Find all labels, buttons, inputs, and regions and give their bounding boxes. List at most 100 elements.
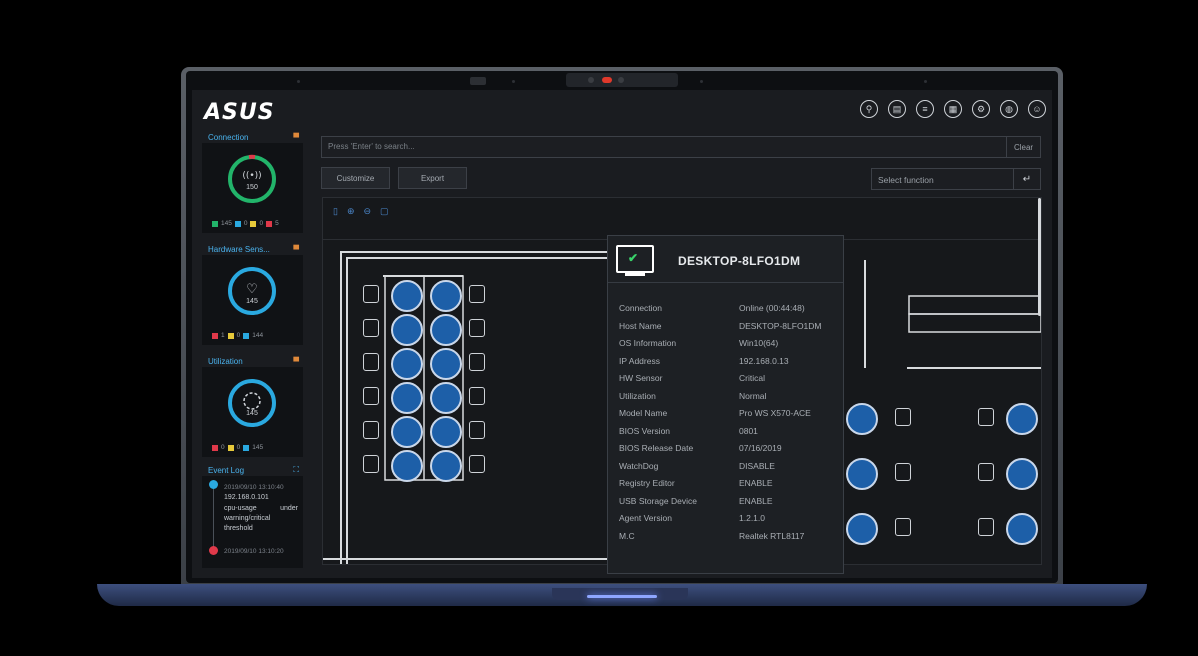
chair bbox=[895, 408, 911, 426]
printer-icon[interactable]: ▤ bbox=[888, 100, 906, 118]
map-icon[interactable]: ⚲ bbox=[860, 100, 878, 118]
property-row: HW Sensor Critical bbox=[619, 373, 834, 391]
computer-node[interactable] bbox=[391, 416, 423, 448]
function-select[interactable]: Select function ↵ bbox=[871, 168, 1041, 190]
computer-node[interactable] bbox=[846, 513, 878, 545]
computer-node[interactable] bbox=[846, 403, 878, 435]
computer-node[interactable] bbox=[430, 314, 462, 346]
property-value: ENABLE bbox=[739, 478, 773, 488]
webcam bbox=[566, 73, 678, 87]
chair bbox=[895, 463, 911, 481]
computer-node[interactable] bbox=[1006, 513, 1038, 545]
bars-icon[interactable]: ▀ bbox=[293, 357, 299, 366]
property-key: Registry Editor bbox=[619, 478, 675, 488]
chair bbox=[363, 319, 379, 337]
event-log: Event Log ⛶ 2019/09/10 13:10:40 192.168.… bbox=[202, 464, 303, 568]
bezel-dot bbox=[700, 80, 703, 83]
property-key: Host Name bbox=[619, 320, 662, 331]
property-row: Model Name Pro WS X570-ACE bbox=[619, 408, 834, 426]
app-screen: ASUS ⚲ ▤ ≡ ▦ ⚙ ◍ ☺ Connection ▀ ((•)) 150… bbox=[192, 90, 1052, 578]
chair bbox=[469, 387, 485, 405]
chair bbox=[978, 463, 994, 481]
hardware-donut: ♡ 145 bbox=[228, 267, 276, 315]
utilization-widget: Utilization ▀ 145 0 0 145 bbox=[202, 355, 303, 457]
utilization-legend: 0 0 145 bbox=[212, 444, 263, 451]
property-value: DESKTOP-8LFO1DM bbox=[739, 320, 822, 331]
svg-text:((•)): ((•)) bbox=[242, 171, 261, 181]
user-icon[interactable]: ☺ bbox=[1028, 100, 1046, 118]
bars-icon[interactable]: ▀ bbox=[293, 245, 299, 254]
computer-node[interactable] bbox=[430, 416, 462, 448]
property-row: Agent Version 1.2.1.0 bbox=[619, 513, 834, 531]
enter-icon[interactable]: ↵ bbox=[1013, 169, 1040, 189]
chair bbox=[978, 518, 994, 536]
list-icon[interactable]: ≡ bbox=[916, 100, 934, 118]
bars-icon[interactable]: ▀ bbox=[293, 133, 299, 142]
property-key: OS Information bbox=[619, 338, 677, 348]
gear-icon[interactable]: ⚙ bbox=[972, 100, 990, 118]
utilization-title: Utilization bbox=[208, 356, 243, 366]
customize-button[interactable]: Customize bbox=[321, 167, 390, 189]
search-input[interactable]: Press 'Enter' to search... Clear bbox=[321, 136, 1041, 158]
building-icon[interactable]: ▦ bbox=[944, 100, 962, 118]
computer-node[interactable] bbox=[1006, 458, 1038, 490]
hardware-title: Hardware Sens... bbox=[208, 244, 270, 254]
globe-icon[interactable]: ◍ bbox=[1000, 100, 1018, 118]
connection-count: 150 bbox=[246, 184, 258, 191]
svg-text:♡: ♡ bbox=[246, 281, 258, 296]
connection-widget: Connection ▀ ((•)) 150 145 0 0 5 bbox=[202, 131, 303, 233]
property-row: IP Address 192.168.0.13 bbox=[619, 356, 834, 374]
property-value: Normal bbox=[739, 390, 767, 401]
info-dot bbox=[209, 480, 218, 489]
bezel-dot bbox=[924, 80, 927, 83]
property-value: Pro WS X570-ACE bbox=[739, 408, 811, 418]
property-value: 0801 bbox=[739, 425, 758, 436]
property-row: Utilization Normal bbox=[619, 391, 834, 409]
device-detail-popup: ✔ DESKTOP-8LFO1DM Connection Online (00:4… bbox=[607, 235, 844, 574]
chair bbox=[363, 455, 379, 473]
top-toolbar: ⚲ ▤ ≡ ▦ ⚙ ◍ ☺ bbox=[860, 100, 1046, 118]
device-properties: Connection Online (00:44:48) Host Name DESK… bbox=[619, 303, 834, 548]
property-row: OS Information Win10(64) bbox=[619, 338, 834, 356]
alert-dot bbox=[209, 546, 218, 555]
computer-node[interactable] bbox=[391, 280, 423, 312]
asus-logo: ASUS bbox=[204, 100, 275, 125]
chair bbox=[895, 518, 911, 536]
chair bbox=[469, 455, 485, 473]
computer-node[interactable] bbox=[430, 280, 462, 312]
chair bbox=[469, 421, 485, 439]
svg-text:145: 145 bbox=[246, 298, 258, 305]
property-value: Win10(64) bbox=[739, 338, 779, 348]
property-row: BIOS Release Date 07/16/2019 bbox=[619, 443, 834, 461]
computer-node[interactable] bbox=[391, 314, 423, 346]
svg-text:145: 145 bbox=[246, 410, 258, 417]
property-key: WatchDog bbox=[619, 460, 659, 471]
property-key: Utilization bbox=[619, 390, 656, 401]
map-scrollbar[interactable] bbox=[1038, 198, 1041, 316]
bezel-dot bbox=[297, 80, 300, 83]
property-value: ENABLE bbox=[739, 495, 773, 506]
computer-node[interactable] bbox=[430, 450, 462, 482]
property-key: BIOS Release Date bbox=[619, 443, 694, 453]
computer-node[interactable] bbox=[1006, 403, 1038, 435]
monitor-icon: ✔ bbox=[616, 245, 654, 276]
computer-node[interactable] bbox=[430, 382, 462, 414]
computer-node[interactable] bbox=[391, 450, 423, 482]
chair bbox=[978, 408, 994, 426]
property-value: Critical bbox=[739, 373, 765, 383]
property-row: WatchDog DISABLE bbox=[619, 461, 834, 479]
export-button[interactable]: Export bbox=[398, 167, 467, 189]
expand-icon[interactable]: ⛶ bbox=[293, 465, 299, 475]
property-key: Agent Version bbox=[619, 513, 672, 523]
computer-node[interactable] bbox=[391, 348, 423, 380]
computer-node[interactable] bbox=[391, 382, 423, 414]
connection-donut: ((•)) 150 bbox=[228, 154, 276, 203]
computer-node[interactable] bbox=[846, 458, 878, 490]
computer-node[interactable] bbox=[430, 348, 462, 380]
chair bbox=[363, 285, 379, 303]
device-title: DESKTOP-8LFO1DM bbox=[678, 254, 801, 268]
property-value: 192.168.0.13 bbox=[739, 355, 789, 366]
hardware-widget: Hardware Sens... ▀ ♡ 145 1 0 144 bbox=[202, 243, 303, 345]
chair bbox=[363, 353, 379, 371]
clear-button[interactable]: Clear bbox=[1006, 137, 1040, 157]
